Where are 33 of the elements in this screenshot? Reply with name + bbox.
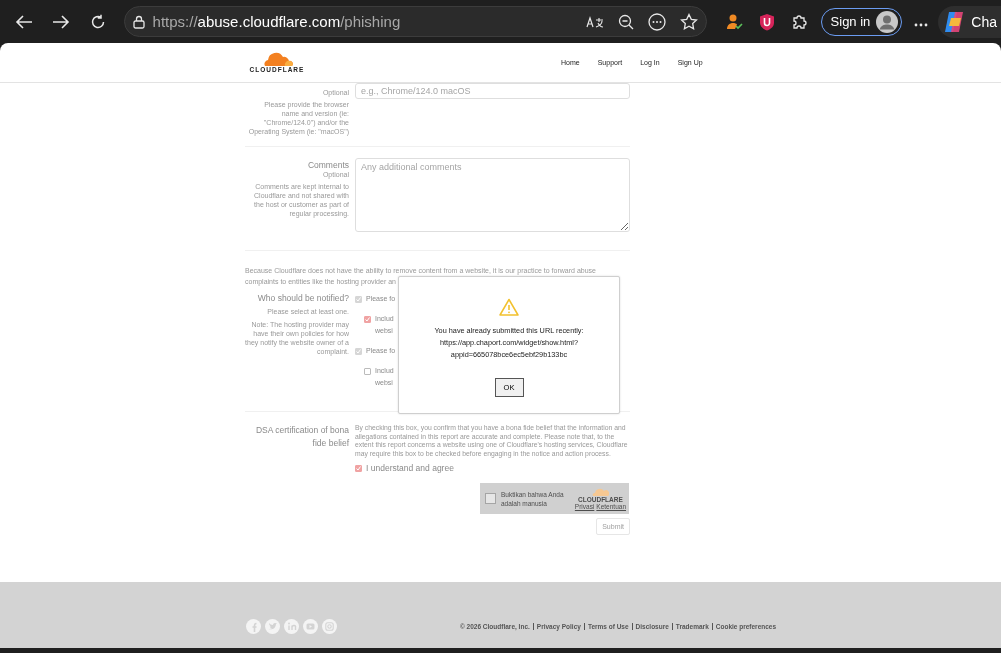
sign-in-button[interactable]: Sign in bbox=[820, 7, 903, 36]
back-arrow-icon bbox=[14, 13, 33, 30]
comments-field[interactable]: Any additional comments bbox=[355, 158, 630, 232]
refresh-icon bbox=[89, 13, 106, 30]
lock-icon bbox=[132, 14, 145, 29]
checkbox[interactable] bbox=[355, 464, 362, 472]
forward-arrow-icon bbox=[51, 13, 70, 30]
browser-input[interactable]: e.g., Chrome/124.0 macOS bbox=[355, 83, 630, 99]
field-label: Who should be notified? bbox=[257, 293, 349, 303]
shield-icon[interactable] bbox=[758, 12, 775, 31]
cloud-logo-icon bbox=[261, 52, 293, 66]
warning-icon bbox=[499, 298, 519, 316]
url-text: https://abuse.cloudflare.com/phishing bbox=[152, 13, 402, 30]
menu-dots-icon[interactable] bbox=[914, 22, 929, 27]
zoom-out-icon[interactable] bbox=[617, 13, 634, 30]
check-icon bbox=[356, 297, 361, 302]
person-check-icon[interactable] bbox=[724, 12, 743, 31]
star-icon[interactable] bbox=[679, 12, 698, 31]
check-icon bbox=[365, 317, 370, 322]
check-icon bbox=[356, 465, 361, 471]
field-label: Comments bbox=[307, 160, 349, 170]
checkbox[interactable] bbox=[364, 316, 371, 323]
agree-label: I understand and agree bbox=[366, 463, 454, 473]
cloud-logo-icon bbox=[591, 487, 610, 496]
captcha-checkbox[interactable] bbox=[485, 493, 496, 504]
avatar-icon bbox=[876, 10, 899, 33]
more-options-icon[interactable] bbox=[647, 12, 666, 31]
puzzle-icon[interactable] bbox=[790, 12, 809, 31]
translate-icon[interactable] bbox=[585, 14, 604, 29]
field-label: DSA certification of bona fide belief bbox=[254, 424, 349, 450]
address-bar[interactable]: https://abuse.cloudflare.com/phishing bbox=[123, 6, 707, 37]
check-icon bbox=[356, 349, 361, 354]
checkbox[interactable] bbox=[364, 368, 371, 375]
